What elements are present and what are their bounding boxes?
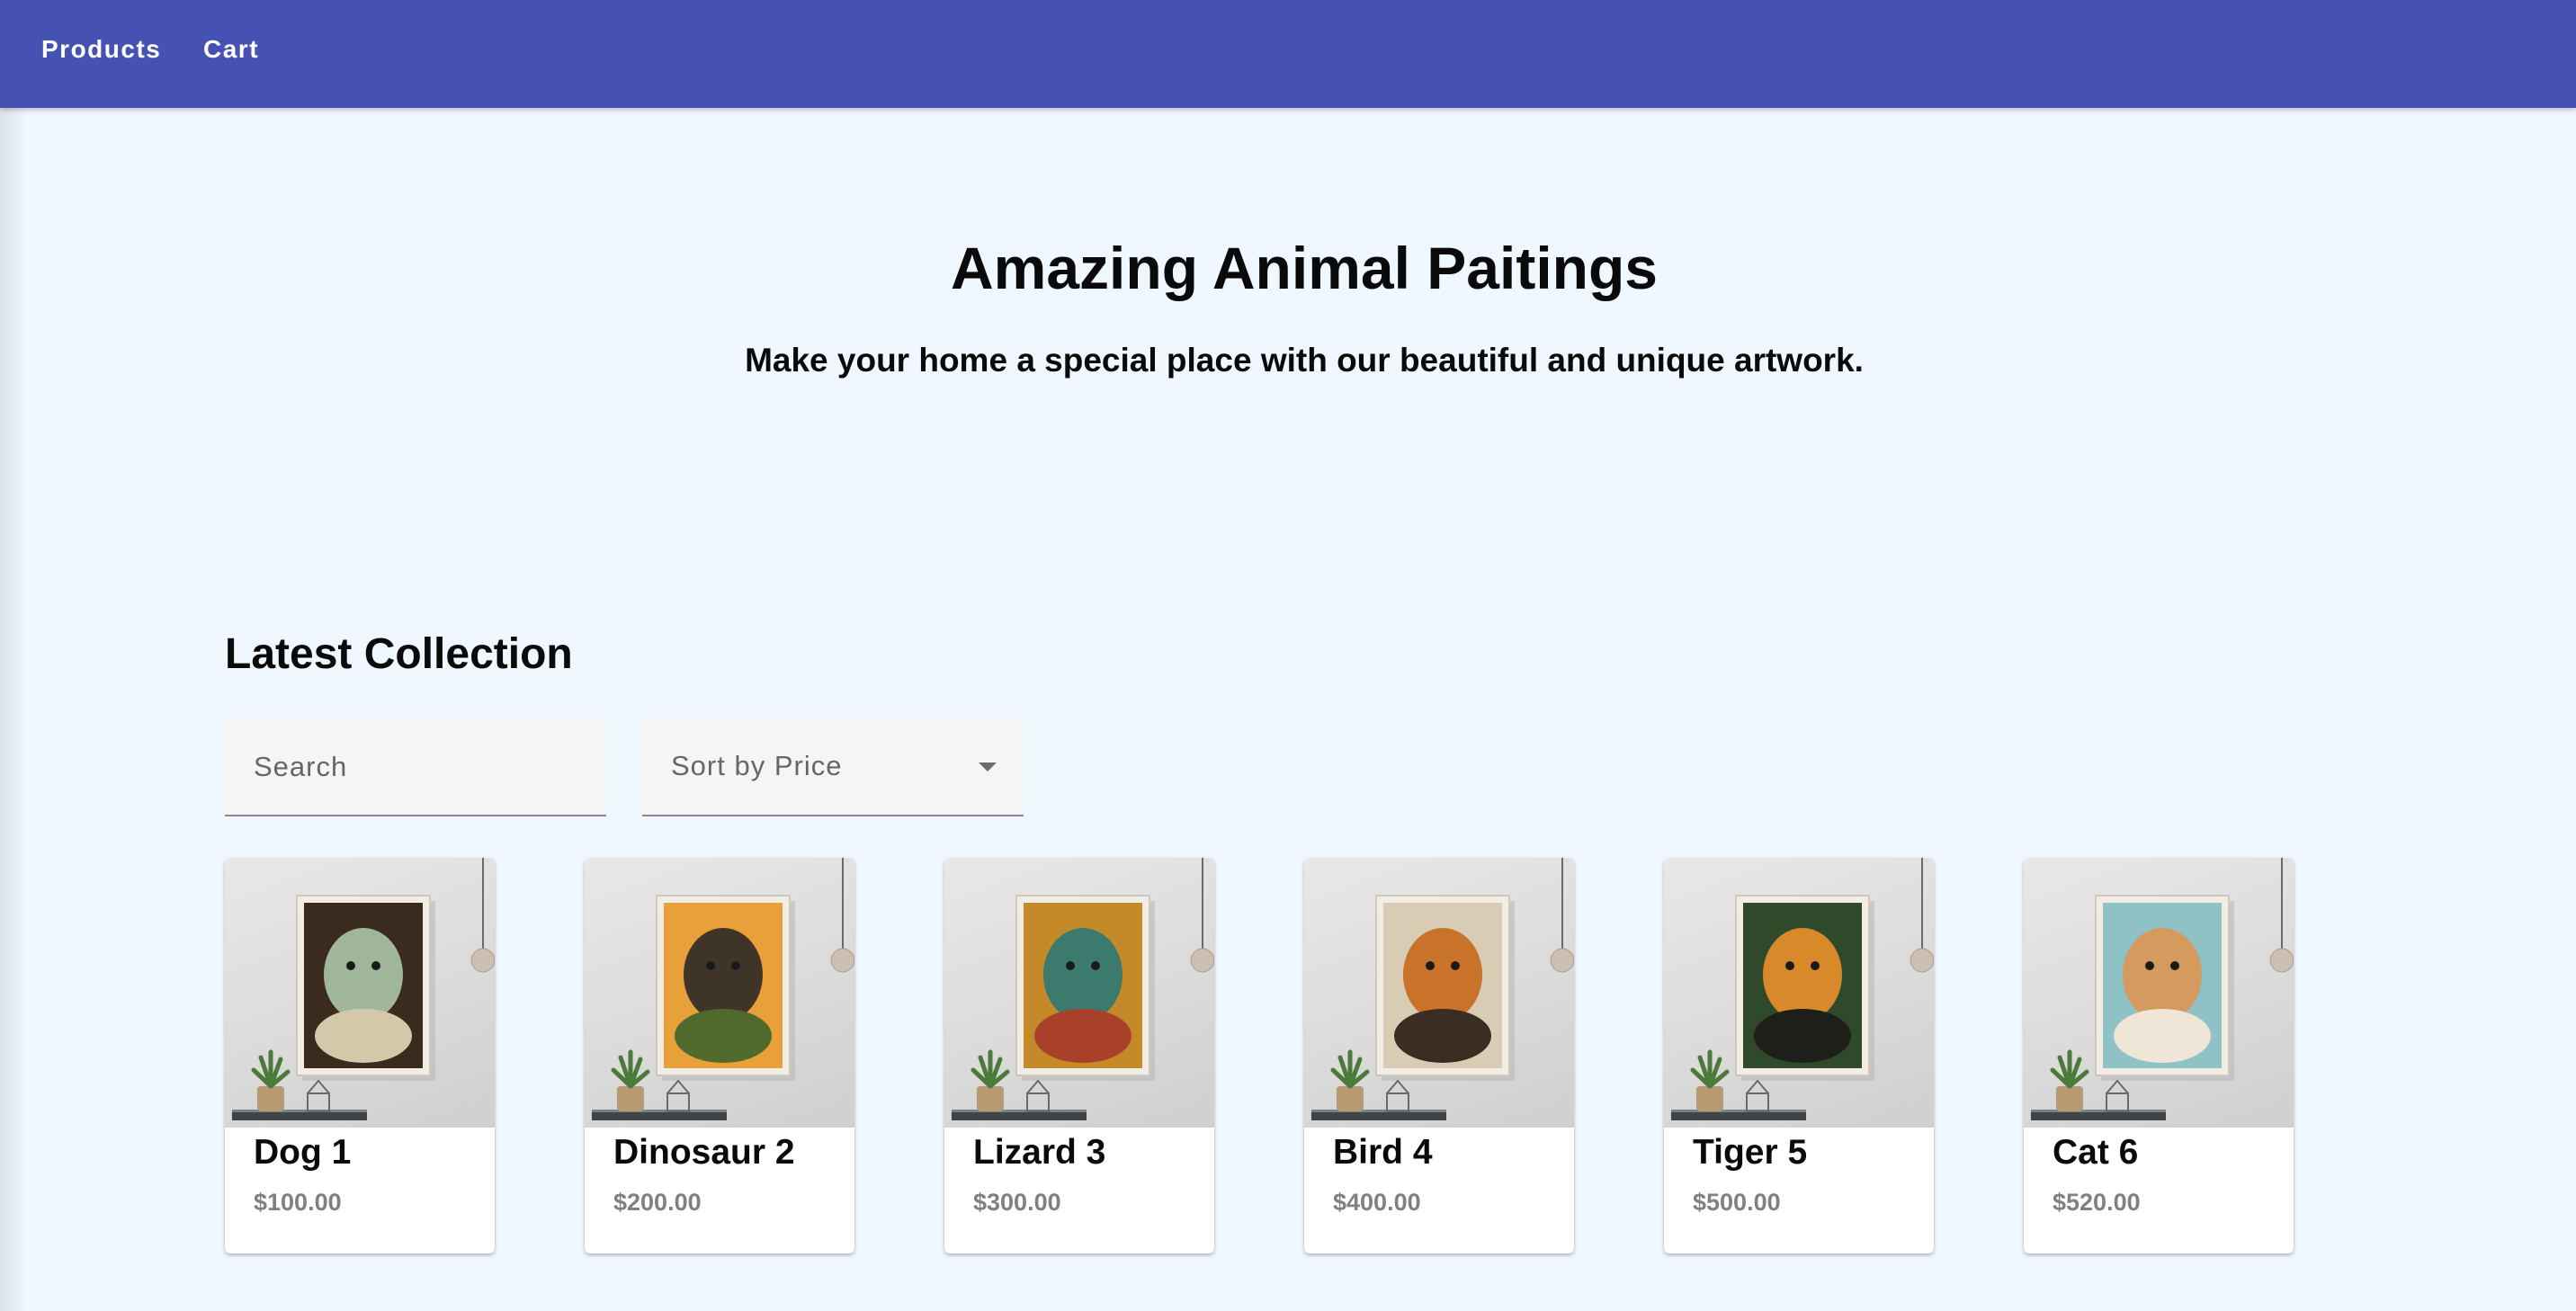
product-price: $400.00 (1333, 1189, 1421, 1216)
product-card[interactable]: Dog 1 $100.00 (225, 858, 495, 1253)
search-input[interactable] (254, 745, 577, 789)
cat-painting-icon (2031, 858, 2294, 1120)
product-image (944, 858, 1214, 1128)
bird-painting-icon (1311, 858, 1574, 1120)
product-card[interactable]: Lizard 3 $300.00 (944, 858, 1214, 1253)
dog-painting-icon (232, 858, 495, 1120)
sort-select-label: Sort by Price (671, 750, 843, 781)
product-name[interactable]: Cat 6 (2053, 1133, 2138, 1173)
product-name[interactable]: Bird 4 (1333, 1133, 1433, 1173)
dinosaur-painting-icon (592, 858, 854, 1120)
product-name[interactable]: Lizard 3 (973, 1133, 1105, 1173)
product-name[interactable]: Tiger 5 (1693, 1133, 1807, 1173)
hero-title: Amazing Animal Paitings (950, 235, 1658, 301)
tiger-painting-icon (1671, 858, 1934, 1120)
product-image (1664, 858, 1934, 1128)
dropdown-arrow-icon (979, 763, 997, 771)
section-title: Latest Collection (225, 630, 573, 678)
nav-cart-button[interactable]: Cart (203, 29, 259, 70)
search-field[interactable] (225, 718, 606, 816)
product-image (585, 858, 854, 1128)
product-card[interactable]: Bird 4 $400.00 (1304, 858, 1574, 1253)
product-image (2024, 858, 2294, 1128)
product-name[interactable]: Dinosaur 2 (613, 1133, 795, 1173)
hero-subtitle: Make your home a special place with our … (745, 342, 1864, 379)
product-card[interactable]: Cat 6 $520.00 (2024, 858, 2294, 1253)
product-image (1304, 858, 1574, 1128)
nav-products-button[interactable]: Products (41, 29, 161, 70)
product-card[interactable]: Tiger 5 $500.00 (1664, 858, 1934, 1253)
product-price: $500.00 (1693, 1189, 1781, 1216)
product-card[interactable]: Dinosaur 2 $200.00 (585, 858, 854, 1253)
product-price: $520.00 (2053, 1189, 2141, 1216)
product-name[interactable]: Dog 1 (254, 1133, 351, 1173)
lizard-painting-icon (952, 858, 1214, 1120)
top-app-bar: Products Cart (0, 0, 2576, 108)
product-price: $200.00 (613, 1189, 702, 1216)
sort-by-price-select[interactable]: Sort by Price (642, 718, 1024, 816)
product-price: $100.00 (254, 1189, 342, 1216)
product-price: $300.00 (973, 1189, 1061, 1216)
product-image (225, 858, 495, 1128)
